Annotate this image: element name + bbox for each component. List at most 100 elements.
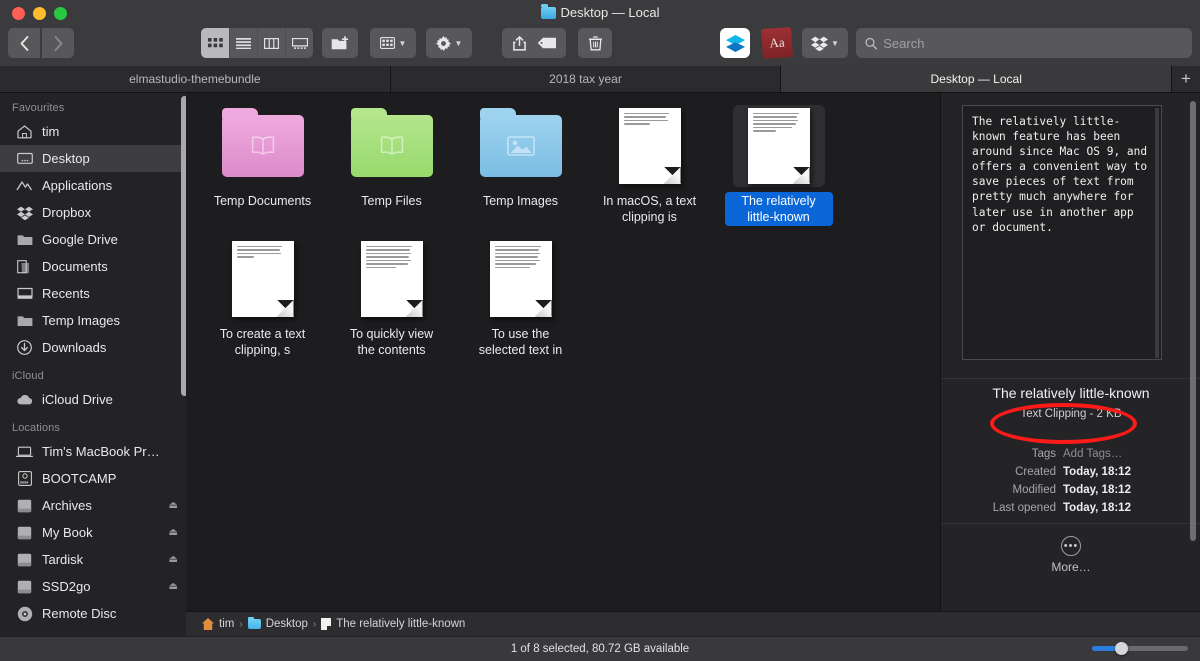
sidebar-item-label: Archives: [42, 498, 160, 513]
sidebar-item-applications[interactable]: Applications: [0, 172, 186, 199]
eject-icon[interactable]: ⏏: [169, 527, 178, 538]
dropbox-icon: [16, 204, 33, 221]
sidebar-item-desktop[interactable]: Desktop: [0, 145, 186, 172]
sidebar-item-downloads[interactable]: Downloads: [0, 334, 186, 361]
metadata-key: Modified: [941, 481, 1063, 499]
new-tab-button[interactable]: +: [1172, 66, 1200, 92]
column-view-button[interactable]: [257, 28, 285, 58]
sidebar-item-dropbox[interactable]: Dropbox: [0, 199, 186, 226]
delete-button[interactable]: [578, 28, 612, 58]
file-icon-wrap: [217, 238, 309, 320]
icon-view-button[interactable]: [201, 28, 229, 58]
file-label: To quickly view the contents: [338, 325, 446, 359]
eject-icon[interactable]: ⏏: [169, 500, 178, 511]
sidebar-item-icloud-drive[interactable]: iCloud Drive: [0, 386, 186, 413]
sidebar-item-tardisk[interactable]: Tardisk ⏏: [0, 546, 186, 573]
gallery-view-button[interactable]: [285, 28, 313, 58]
tab-desktop-local[interactable]: Desktop — Local: [781, 66, 1172, 92]
sidebar-item-label: Temp Images: [42, 313, 178, 328]
view-mode-group: [201, 28, 313, 58]
sidebar-item-label: Tardisk: [42, 552, 160, 567]
metadata-value: Today, 18:12: [1063, 463, 1131, 481]
file-icon-wrap: [733, 105, 825, 187]
plus-icon: +: [1181, 69, 1191, 89]
file-icon-wrap: [346, 238, 438, 320]
document-icon: [321, 618, 331, 630]
file-item[interactable]: In macOS, a text clipping is: [589, 105, 710, 226]
action-menu-button[interactable]: ▼: [426, 28, 472, 58]
slider-knob[interactable]: [1115, 642, 1128, 655]
sidebar-item-temp-images[interactable]: Temp Images: [0, 307, 186, 334]
layers-app-icon[interactable]: [720, 28, 750, 58]
forward-button[interactable]: [42, 28, 74, 58]
metadata-value[interactable]: Add Tags…: [1063, 445, 1122, 463]
eject-icon[interactable]: ⏏: [169, 554, 178, 565]
sidebar-item-label: BOOTCAMP: [42, 471, 178, 486]
dictionary-app-label: Aa: [769, 34, 785, 51]
title-bar: Desktop — Local: [0, 0, 1200, 66]
metadata-row-modified: Modified Today, 18:12: [941, 481, 1200, 499]
metadata-row-tags[interactable]: Tags Add Tags…: [941, 445, 1200, 463]
breadcrumb-item-file[interactable]: The relatively little-known: [321, 618, 465, 630]
icon-size-slider[interactable]: [1092, 646, 1188, 651]
file-item[interactable]: To use the selected text in: [460, 238, 581, 359]
file-icon-wrap: [604, 105, 696, 187]
dictionary-app-icon[interactable]: Aa: [761, 27, 793, 59]
sidebar-item-my-book[interactable]: My Book ⏏: [0, 519, 186, 546]
breadcrumb-item-tim[interactable]: tim: [202, 618, 234, 630]
preview-body: The relatively little-known feature has …: [972, 114, 1152, 235]
arrange-button[interactable]: ▼: [370, 28, 416, 58]
file-item[interactable]: Temp Documents: [202, 105, 323, 226]
sidebar-item-label: SSD2go: [42, 579, 160, 594]
file-grid-area[interactable]: Temp Documents Temp Files: [186, 93, 940, 611]
text-clipping-icon: [748, 108, 810, 184]
preview-scrollbar[interactable]: [1155, 108, 1159, 358]
file-icon-wrap: [475, 105, 567, 187]
folder-icon: [541, 7, 556, 19]
internal-drive-icon: [16, 470, 33, 487]
file-item[interactable]: Temp Images: [460, 105, 581, 226]
tab-elmastudio-themebundle[interactable]: elmastudio-themebundle: [0, 66, 391, 92]
tag-button[interactable]: [528, 28, 566, 58]
sidebar-item-label: Desktop: [42, 151, 178, 166]
sidebar-item-archives[interactable]: Archives ⏏: [0, 492, 186, 519]
new-folder-button[interactable]: [322, 28, 358, 58]
file-item[interactable]: To create a text clipping, s: [202, 238, 323, 359]
tab-label: Desktop — Local: [930, 72, 1021, 86]
sidebar-item-bootcamp[interactable]: BOOTCAMP: [0, 465, 186, 492]
tab-2018-tax-year[interactable]: 2018 tax year: [391, 66, 782, 92]
folder-icon: [222, 115, 304, 177]
folder-icon: [480, 115, 562, 177]
breadcrumb-item-desktop[interactable]: Desktop: [248, 618, 308, 630]
folder-icon: [16, 231, 33, 248]
sidebar-item-tims-macbook-pro[interactable]: Tim's MacBook Pr…: [0, 438, 186, 465]
file-item[interactable]: Temp Files: [331, 105, 452, 226]
search-field[interactable]: [856, 28, 1192, 58]
list-view-button[interactable]: [229, 28, 257, 58]
eject-icon[interactable]: ⏏: [169, 581, 178, 592]
sidebar-item-remote-disc[interactable]: Remote Disc: [0, 600, 186, 627]
sidebar-item-google-drive[interactable]: Google Drive: [0, 226, 186, 253]
search-input[interactable]: [883, 36, 1183, 51]
more-button[interactable]: ••• More…: [941, 536, 1200, 574]
file-item[interactable]: To quickly view the contents: [331, 238, 452, 359]
clipping-preview-lines: [361, 241, 423, 268]
sidebar-item-ssd2go[interactable]: SSD2go ⏏: [0, 573, 186, 600]
external-drive-icon: [16, 524, 33, 541]
status-bar: 1 of 8 selected, 80.72 GB available: [0, 636, 1200, 661]
folder-icon: [16, 312, 33, 329]
preview-pane-scrollbar[interactable]: [1190, 101, 1196, 541]
sidebar-item-label: Remote Disc: [42, 606, 178, 621]
window-title: Desktop — Local: [0, 5, 1200, 20]
dropbox-app-icon[interactable]: ▼: [802, 28, 848, 58]
file-icon-wrap: [346, 105, 438, 187]
disc-icon: [16, 605, 33, 622]
external-drive-icon: [16, 497, 33, 514]
metadata-key: Tags: [941, 445, 1063, 463]
external-drive-icon: [16, 578, 33, 595]
sidebar-item-tim[interactable]: tim: [0, 118, 186, 145]
sidebar-item-recents[interactable]: Recents: [0, 280, 186, 307]
sidebar-item-documents[interactable]: Documents: [0, 253, 186, 280]
file-item-selected[interactable]: The relatively little-known: [718, 105, 839, 226]
back-button[interactable]: [8, 28, 40, 58]
